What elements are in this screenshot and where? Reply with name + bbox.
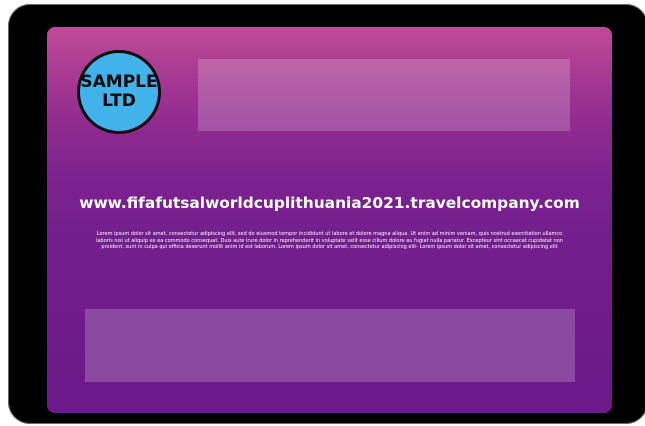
tablet-frame: SAMPLE LTD www.fifafutsalworldcuplithuan… bbox=[8, 4, 645, 424]
page: SAMPLE LTD www.fifafutsalworldcuplithuan… bbox=[0, 0, 645, 426]
ad-screen: SAMPLE LTD www.fifafutsalworldcuplithuan… bbox=[47, 27, 612, 413]
body-text: Lorem ipsum dolor sit amet, consectetur … bbox=[96, 231, 563, 250]
website-url: www.fifafutsalworldcuplithuania2021.trav… bbox=[79, 194, 580, 212]
company-logo: SAMPLE LTD bbox=[77, 50, 161, 134]
top-banner-placeholder bbox=[198, 59, 570, 131]
bottom-banner-placeholder bbox=[85, 309, 575, 382]
logo-text: SAMPLE LTD bbox=[80, 72, 158, 111]
